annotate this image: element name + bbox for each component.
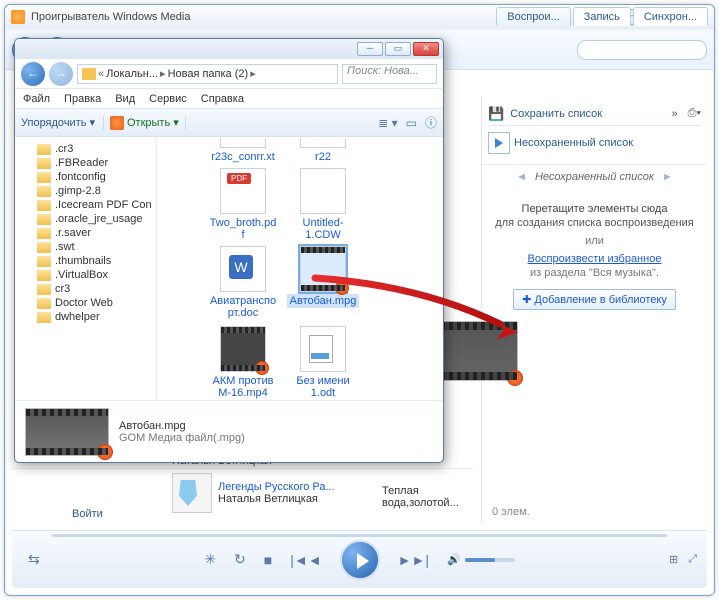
login-link[interactable]: Войти	[72, 508, 103, 520]
tab-play[interactable]: Воспрои...	[496, 7, 570, 26]
now-playing-bar: Наталья Ветлицкая Легенды Русского Ра...…	[12, 468, 473, 524]
preview-pane-button[interactable]: ▭	[406, 116, 417, 130]
explorer-window: ─ ▭ ✕ ← → « Локальн... ▸ Новая папка (2)…	[14, 38, 444, 463]
ex-close-button[interactable]: ✕	[413, 42, 439, 56]
wmp-app-icon	[11, 10, 25, 24]
menu-file[interactable]: Файл	[23, 93, 50, 105]
shuffle-button[interactable]: ✳	[204, 551, 216, 568]
chevron-down-icon[interactable]: »	[671, 108, 677, 120]
album-art[interactable]	[172, 473, 212, 513]
tree-node: cr3	[15, 282, 156, 296]
gom-badge-icon	[507, 370, 523, 386]
view-mode-button[interactable]: ≣ ▾	[378, 116, 397, 130]
play-favorites-link[interactable]: Воспроизвести избранное	[488, 253, 701, 265]
help-button[interactable]: ⓘ	[425, 114, 437, 131]
ex-back-button[interactable]: ←	[21, 62, 45, 86]
status-filetype: GOM Медиа файл(.mpg)	[119, 432, 245, 444]
list-options-button[interactable]: ⎙▾	[688, 107, 701, 120]
fullscreen-icon[interactable]: ⤢	[688, 553, 697, 566]
crumb-2[interactable]: Новая папка (2)	[168, 68, 249, 80]
repeat-button[interactable]: ↻	[234, 551, 246, 568]
album-line2[interactable]: Наталья Ветлицкая	[218, 493, 335, 505]
next-list-icon[interactable]: ►	[662, 171, 673, 183]
tree-node: .fontconfig	[15, 170, 156, 184]
list-title: Несохраненный список	[535, 171, 654, 183]
prev-list-icon[interactable]: ◄	[516, 171, 527, 183]
file-pdf[interactable]: Two_broth.pdf	[207, 168, 279, 242]
file-pane[interactable]: r23c_conrr.xt r22 Two_broth.pdf Untitled…	[157, 138, 443, 400]
mini-player-icon[interactable]: ⊞	[669, 553, 678, 566]
drop-sub2: из раздела "Вся музыка".	[488, 267, 701, 279]
tree-node: .swt	[15, 240, 156, 254]
next-button[interactable]: ►►|	[398, 552, 429, 568]
save-list-button[interactable]: Сохранить список	[510, 108, 602, 120]
gom-badge-icon	[335, 281, 349, 295]
folder-icon	[82, 68, 96, 80]
file-odt[interactable]: Без имени 1.odt	[287, 326, 359, 400]
list-title-row: ◄ Несохраненный список ►	[488, 171, 701, 183]
playlist-dropzone[interactable]: Перетащите элементы сюда для создания сп…	[488, 203, 701, 310]
prev-button[interactable]: |◄◄	[290, 552, 321, 568]
menu-view[interactable]: Вид	[115, 93, 135, 105]
file-doc[interactable]: Авиатранспорт.doc	[207, 246, 279, 320]
play-button[interactable]	[340, 540, 380, 580]
play-icon	[488, 132, 510, 154]
wmp-search-input[interactable]	[577, 40, 707, 60]
drop-or: или	[488, 235, 701, 247]
drop-main: Перетащите элементы сюда	[488, 203, 701, 215]
tree-node: .cr3	[15, 142, 156, 156]
file-mp4[interactable]: АКМ против М-16.mp4	[207, 326, 279, 400]
tab-burn[interactable]: Запись	[573, 7, 631, 26]
drop-sub: для создания списка воспроизведения	[488, 217, 701, 229]
ex-search-input[interactable]: Поиск: Нова...	[342, 64, 437, 84]
open-icon	[110, 116, 124, 130]
ex-maximize-button[interactable]: ▭	[385, 42, 411, 56]
folder-tree[interactable]: .cr3 .FBReader .fontconfig .gimp-2.8 .Ic…	[15, 138, 157, 400]
gom-badge-icon	[97, 444, 113, 460]
tree-node: .thumbnails	[15, 254, 156, 268]
gom-badge-icon	[255, 361, 269, 375]
stop-button[interactable]: ■	[264, 552, 272, 568]
add-to-library-button[interactable]: ✚ Добавление в библиотеку	[513, 289, 676, 310]
volume-icon: 🔊	[447, 553, 461, 566]
tree-node: .r.saver	[15, 226, 156, 240]
player-controls: ⇆ ✳ ↻ ■ |◄◄ ►►| 🔊 ⊞ ⤢	[12, 530, 707, 588]
playlist-panel: 💾 Сохранить список » ⎙▾ Несохраненный сп…	[481, 96, 707, 524]
tree-node: .FBReader	[15, 156, 156, 170]
crumb-1[interactable]: Локальн...	[106, 68, 158, 80]
tab-sync[interactable]: Синхрон...	[633, 7, 708, 26]
open-button[interactable]: Открыть ▾	[103, 116, 186, 130]
menu-edit[interactable]: Правка	[64, 93, 101, 105]
ex-menubar: Файл Правка Вид Сервис Справка	[15, 89, 443, 109]
tree-node: .Icecream PDF Con	[15, 198, 156, 212]
menu-help[interactable]: Справка	[201, 93, 244, 105]
ex-forward-button[interactable]: →	[49, 62, 73, 86]
new-list-link[interactable]: Несохраненный список	[514, 137, 633, 149]
item-count: 0 элем.	[492, 506, 530, 518]
switch-view-icon[interactable]: ⇆	[28, 551, 40, 568]
tree-node: dwhelper	[15, 310, 156, 324]
seek-bar[interactable]	[52, 534, 667, 537]
menu-service[interactable]: Сервис	[149, 93, 187, 105]
file-item[interactable]: r23c_conrr.xt	[207, 138, 279, 164]
wmp-search	[577, 40, 707, 60]
organize-button[interactable]: Упорядочить ▾	[21, 116, 95, 129]
status-filename: Автобан.mpg	[119, 420, 245, 432]
tree-node: .VirtualBox	[15, 268, 156, 282]
ex-minimize-button[interactable]: ─	[357, 42, 383, 56]
album-line1[interactable]: Легенды Русского Ра...	[218, 481, 335, 493]
volume-slider[interactable]	[465, 558, 515, 562]
file-item[interactable]: r22	[287, 138, 359, 164]
file-cdw[interactable]: Untitled-1.CDW	[287, 168, 359, 242]
tree-node: .gimp-2.8	[15, 184, 156, 198]
breadcrumb-bar[interactable]: « Локальн... ▸ Новая папка (2) ▸	[77, 64, 338, 84]
save-icon: 💾	[488, 106, 504, 122]
status-thumb	[25, 408, 109, 456]
tree-node: .oracle_jre_usage	[15, 212, 156, 226]
file-mpg-selected[interactable]: Автобан.mpg	[287, 246, 359, 308]
volume-control[interactable]: 🔊	[447, 553, 515, 566]
ex-status-bar: Автобан.mpg GOM Медиа файл(.mpg)	[15, 400, 443, 462]
track-title[interactable]: Теплая вода,золотой...	[382, 485, 473, 509]
tree-node: Doctor Web	[15, 296, 156, 310]
